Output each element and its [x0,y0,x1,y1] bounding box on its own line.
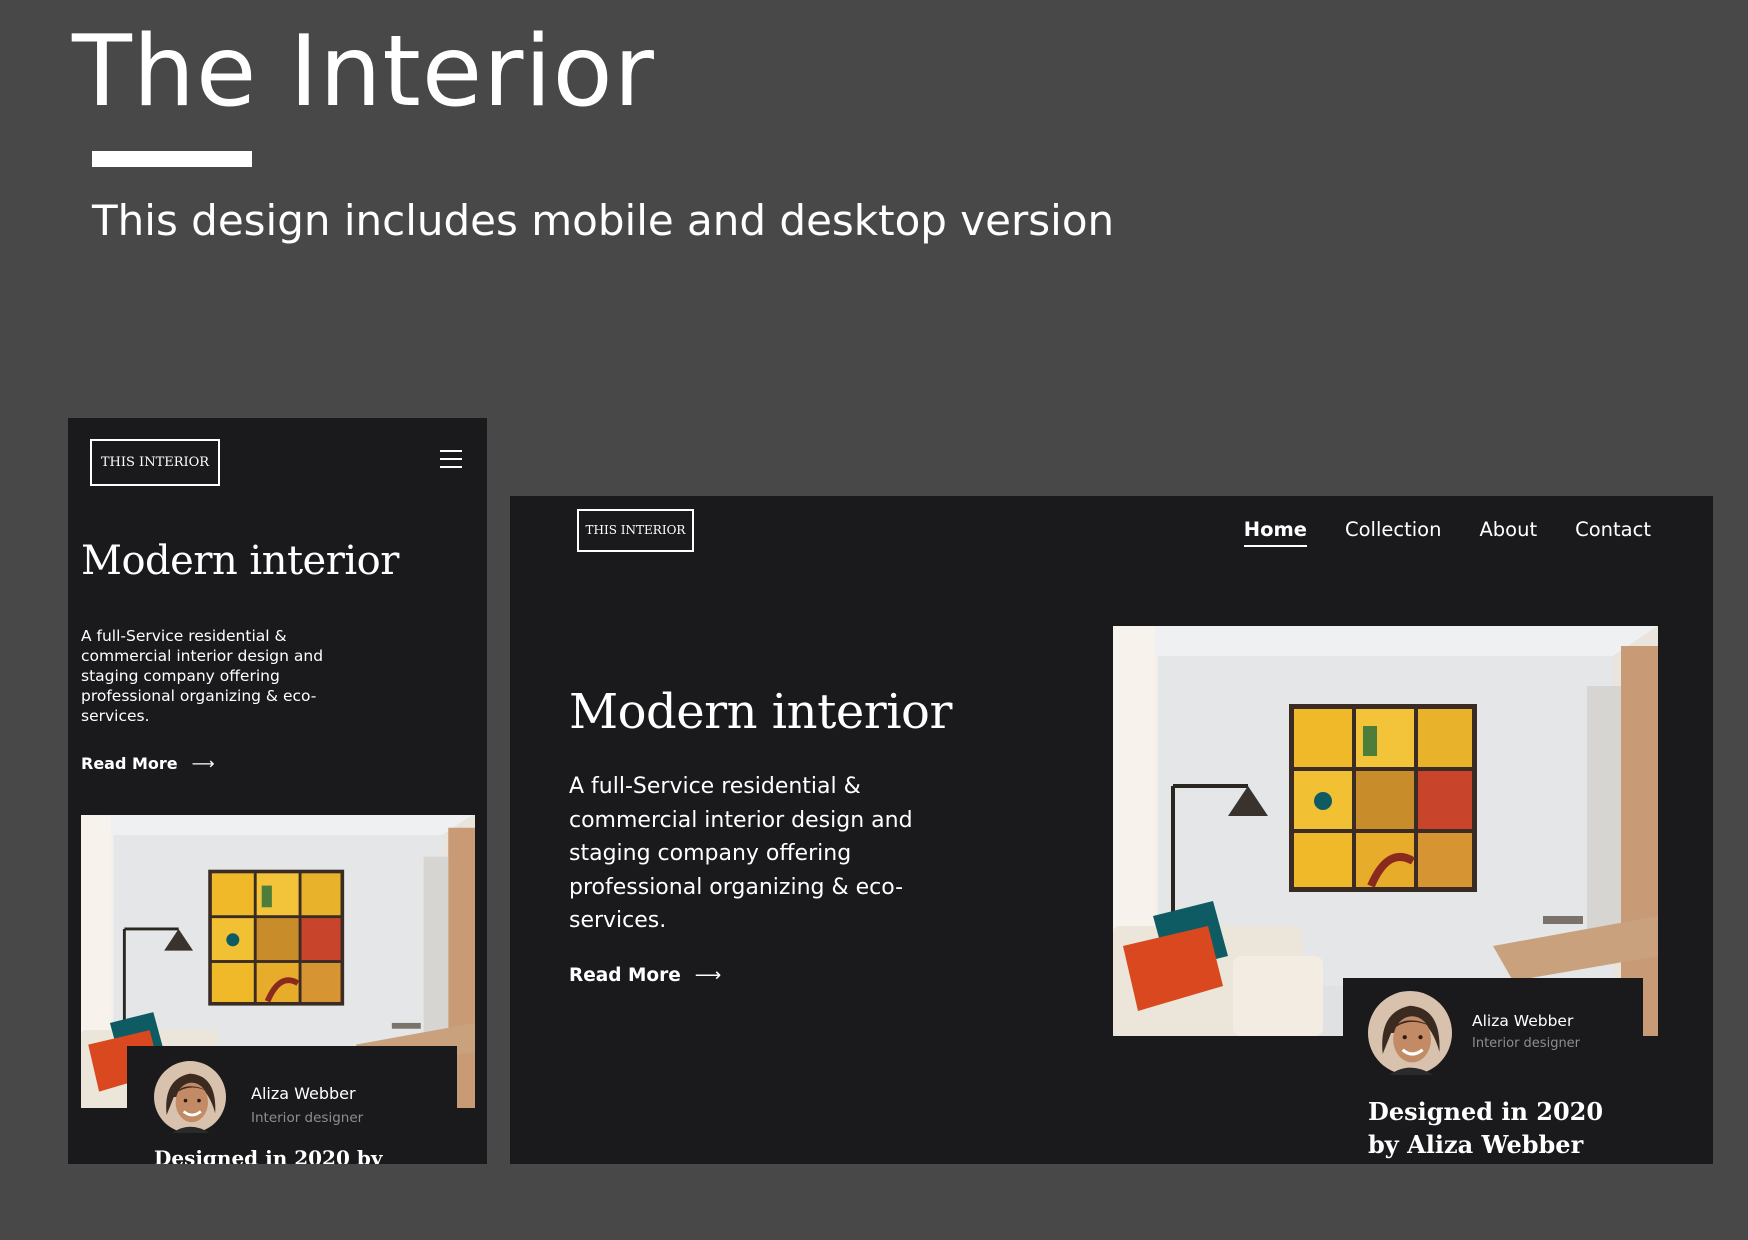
mobile-hero-title: Modern interior [81,538,399,584]
designer-role: Interior designer [251,1110,364,1126]
desktop-read-more-link[interactable]: Read More ⟶ [569,965,721,986]
mobile-designer-card: Aliza Webber Interior designer Designed … [127,1046,457,1164]
desktop-nav: Home Collection About Contact [1243,518,1651,547]
designed-by-text: Designed in 2020 by [154,1146,383,1164]
designer-name: Aliza Webber [1472,1012,1574,1030]
read-more-label: Read More [81,754,178,773]
mobile-mockup: THIS INTERIOR Modern interior A full-Ser… [68,418,487,1164]
hamburger-menu-icon[interactable] [440,450,462,472]
designer-role: Interior designer [1472,1036,1581,1051]
read-more-label: Read More [569,965,681,986]
mobile-logo[interactable]: THIS INTERIOR [90,439,220,486]
title-underline [92,151,252,167]
arrow-right-icon: ⟶ [694,965,722,986]
desktop-mockup: THIS INTERIOR Home Collection About Cont… [510,496,1713,1164]
desktop-room-photo [1113,626,1658,1036]
arrow-right-icon: ⟶ [191,754,215,773]
desktop-logo[interactable]: THIS INTERIOR [577,509,694,552]
mobile-hero-description: A full-Service residential & commercial … [81,627,324,725]
nav-contact[interactable]: Contact [1575,518,1651,547]
mobile-read-more-link[interactable]: Read More ⟶ [81,754,215,773]
designer-avatar [1368,991,1452,1075]
designed-by-text: Designed in 2020 by Aliza Webber [1368,1097,1604,1159]
nav-home[interactable]: Home [1243,518,1308,547]
designer-avatar [154,1061,226,1133]
desktop-designer-card: Aliza Webber Interior designer Designed … [1343,978,1643,1164]
desktop-hero-title: Modern interior [569,684,952,740]
nav-about[interactable]: About [1479,518,1537,547]
nav-collection[interactable]: Collection [1345,518,1441,547]
page-subtitle: This design includes mobile and desktop … [92,196,1115,245]
page-title: The Interior [72,15,655,129]
designer-name: Aliza Webber [251,1084,356,1103]
desktop-hero-description: A full-Service residential & commercial … [569,774,913,933]
